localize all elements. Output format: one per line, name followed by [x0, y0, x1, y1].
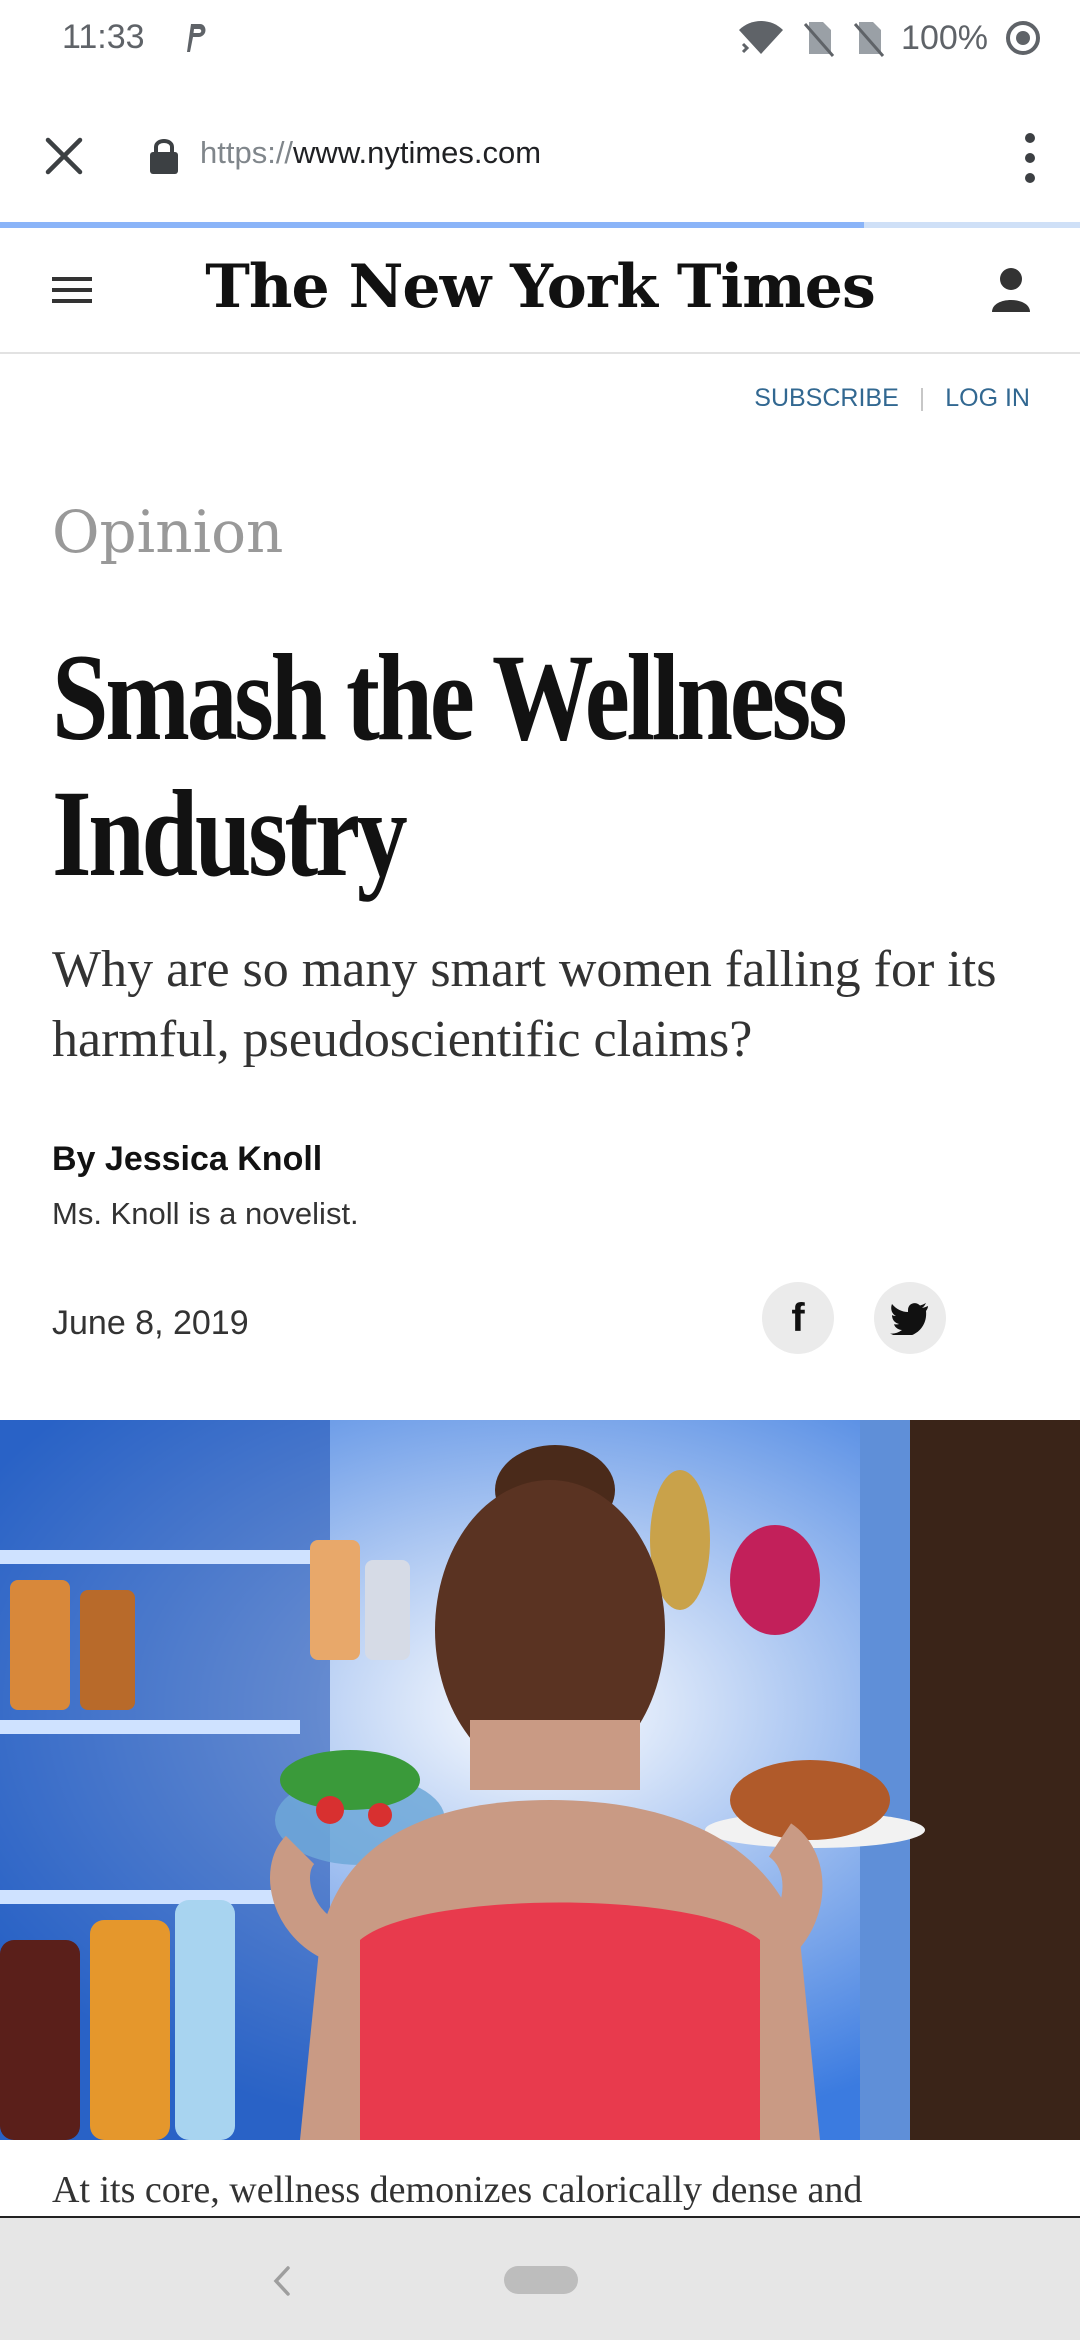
- back-icon[interactable]: [268, 2264, 298, 2298]
- more-options-icon[interactable]: [1020, 130, 1040, 186]
- battery-percent: 100%: [901, 18, 988, 57]
- article-body-first-line: At its core, wellness demonizes calorica…: [52, 2169, 863, 2211]
- auth-separator: |: [918, 384, 926, 412]
- woman-at-fridge-illustration: [0, 1420, 1080, 2140]
- article-summary: Why are so many smart women falling for …: [52, 941, 997, 1068]
- parking-notification-icon: [187, 24, 206, 52]
- share-twitter-button[interactable]: [874, 1282, 946, 1354]
- url-text[interactable]: https://www.nytimes.com: [200, 135, 541, 171]
- no-sim-icon: [803, 22, 835, 57]
- share-facebook-button[interactable]: f: [762, 1282, 834, 1354]
- lock-icon: [150, 139, 178, 174]
- home-pill-button[interactable]: [504, 2266, 578, 2294]
- account-icon[interactable]: [990, 266, 1032, 314]
- url-scheme: https://: [200, 135, 294, 170]
- status-icons: 100%: [737, 16, 1042, 60]
- site-header: The New York Times: [0, 228, 1080, 354]
- url-host: www.nytimes.com: [293, 135, 542, 170]
- author-description: Ms. Knoll is a novelist.: [52, 1196, 359, 1231]
- hero-image[interactable]: [0, 1420, 1080, 2140]
- wifi-icon: [739, 21, 784, 54]
- facebook-icon: f: [791, 1295, 805, 1340]
- article-byline: By Jessica Knoll: [52, 1140, 323, 1178]
- no-sim-icon-2: [853, 22, 885, 57]
- twitter-icon: [890, 1303, 928, 1335]
- section-label[interactable]: Opinion: [52, 498, 283, 566]
- close-icon[interactable]: [40, 132, 88, 180]
- site-logo[interactable]: The New York Times: [0, 252, 1080, 322]
- subscribe-link[interactable]: SUBSCRIBE: [754, 384, 898, 413]
- article-headline: Smash the Wellness Industry: [52, 629, 848, 902]
- publish-date: June 8, 2019: [52, 1304, 249, 1342]
- status-time: 11:33: [62, 18, 145, 56]
- login-link[interactable]: LOG IN: [945, 384, 1030, 413]
- system-navigation-bar: [0, 2216, 1080, 2340]
- custom-tab-toolbar: https://www.nytimes.com: [0, 80, 1080, 226]
- status-bar: 11:33 100%: [0, 0, 1080, 80]
- auth-links: SUBSCRIBE | LOG IN: [754, 384, 1030, 413]
- battery-saver-icon: [1006, 21, 1040, 55]
